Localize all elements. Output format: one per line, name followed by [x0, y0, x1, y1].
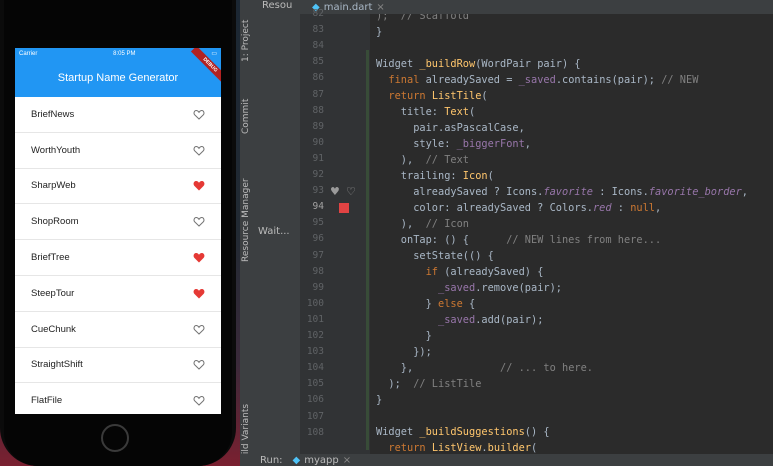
line-number: 83	[312, 24, 324, 36]
heart-outline-icon[interactable]	[193, 323, 205, 335]
list-item-label: StraightShift	[31, 359, 83, 371]
line-number: 102	[306, 330, 324, 341]
status-time: 8:05 PM	[113, 50, 136, 57]
line-number: 86	[312, 72, 324, 84]
list-item-label: WorthYouth	[31, 144, 81, 156]
phone-simulator: Carrier 8:05 PM ▭ Startup Name Generator…	[0, 0, 236, 466]
list-item[interactable]: SteepTour	[15, 276, 221, 312]
line-number: 101	[306, 313, 324, 325]
list-item[interactable]: SharpWeb	[15, 169, 221, 205]
list-item-label: CueChunk	[31, 323, 76, 335]
line-number: 104	[306, 362, 324, 374]
vcs-change-marker	[366, 50, 369, 450]
left-tool-strip: 1: Project Commit Resource Manager Build…	[240, 14, 259, 466]
line-number: 92	[312, 169, 324, 180]
line-number: 96	[312, 233, 324, 245]
line-number: 90	[312, 136, 324, 148]
line-number: 108	[306, 426, 324, 438]
line-number: 105	[306, 378, 324, 390]
tab-main-dart-label: main.dart	[323, 1, 373, 13]
home-button[interactable]	[101, 424, 129, 452]
line-number: 97	[312, 249, 324, 261]
resource-manager-panel: Wait...	[258, 14, 300, 454]
line-number: 103	[306, 346, 324, 358]
list-item-label: BriefTree	[31, 252, 70, 264]
code-editor[interactable]: ); // Scaffold } Widget _buildRow(WordPa…	[370, 14, 773, 454]
heart-filled-icon[interactable]	[193, 180, 205, 192]
list-item[interactable]: CueChunk	[15, 312, 221, 348]
line-number: 94	[312, 201, 324, 213]
line-number: 106	[306, 394, 324, 406]
editor-tab-bar: Resou ◆ main.dart ×	[258, 0, 773, 16]
line-number: 93	[312, 185, 324, 197]
line-number: 89	[312, 120, 324, 132]
heart-outline-icon[interactable]	[193, 359, 205, 371]
close-icon[interactable]: ×	[376, 2, 384, 13]
list-item-label: FlatFile	[31, 395, 63, 407]
line-number: 100	[306, 297, 324, 309]
heart-outline-icon[interactable]	[193, 216, 205, 228]
tool-resource-manager[interactable]: Resource Manager	[241, 178, 251, 262]
list-item[interactable]: BriefTree	[15, 240, 221, 276]
heart-outline-icon[interactable]	[193, 108, 205, 120]
line-number: 88	[312, 104, 324, 116]
line-number: 107	[306, 410, 324, 422]
list-item-label: ShopRoom	[31, 216, 79, 228]
phone-screen: Carrier 8:05 PM ▭ Startup Name Generator…	[15, 48, 221, 414]
line-number: 95	[312, 217, 324, 229]
resource-status: Wait...	[258, 226, 290, 237]
app-title: Startup Name Generator	[57, 72, 179, 84]
tool-project[interactable]: 1: Project	[241, 20, 251, 62]
heart-filled-icon: ♥	[330, 185, 340, 198]
battery-icon: ▭	[211, 51, 217, 57]
resource-panel-tab[interactable]: Resou	[262, 0, 292, 11]
list-item[interactable]: FlatFile	[15, 383, 221, 414]
heart-outline-icon[interactable]	[193, 144, 205, 156]
line-number: 82	[312, 8, 324, 19]
list-item-label: SteepTour	[31, 287, 75, 299]
carrier-label: Carrier	[19, 50, 38, 57]
heart-filled-icon[interactable]	[193, 252, 205, 264]
line-number: 85	[312, 56, 324, 68]
list-item-label: SharpWeb	[31, 180, 76, 192]
line-number: 87	[312, 88, 324, 100]
heart-filled-icon[interactable]	[193, 287, 205, 299]
close-run-icon[interactable]: ×	[343, 455, 351, 466]
list-item-label: BriefNews	[31, 108, 75, 120]
status-bar: Carrier 8:05 PM ▭	[15, 48, 221, 59]
line-number: 84	[312, 40, 324, 52]
list-item[interactable]: WorthYouth	[15, 133, 221, 169]
tool-commit[interactable]: Commit	[241, 99, 251, 134]
line-number: 99	[312, 281, 324, 293]
run-tool-bar: Run: ◆ myapp ×	[240, 454, 773, 466]
heart-outline-icon[interactable]	[193, 395, 205, 407]
run-label: Run:	[260, 454, 283, 466]
name-list: BriefNews WorthYouth SharpWeb ShopRoom Brief…	[15, 97, 221, 414]
heart-outline-icon: ♡	[346, 185, 356, 198]
run-config-tab[interactable]: myapp	[304, 455, 338, 466]
flutter-icon: ◆	[292, 454, 301, 466]
app-bar: Startup Name Generator DEBUG	[15, 48, 221, 97]
breakpoint-icon[interactable]	[339, 203, 349, 213]
line-number: 91	[312, 152, 324, 164]
list-item[interactable]: StraightShift	[15, 348, 221, 384]
list-item[interactable]: ShopRoom	[15, 204, 221, 241]
line-number: 98	[312, 265, 324, 277]
list-item[interactable]: BriefNews	[15, 97, 221, 133]
